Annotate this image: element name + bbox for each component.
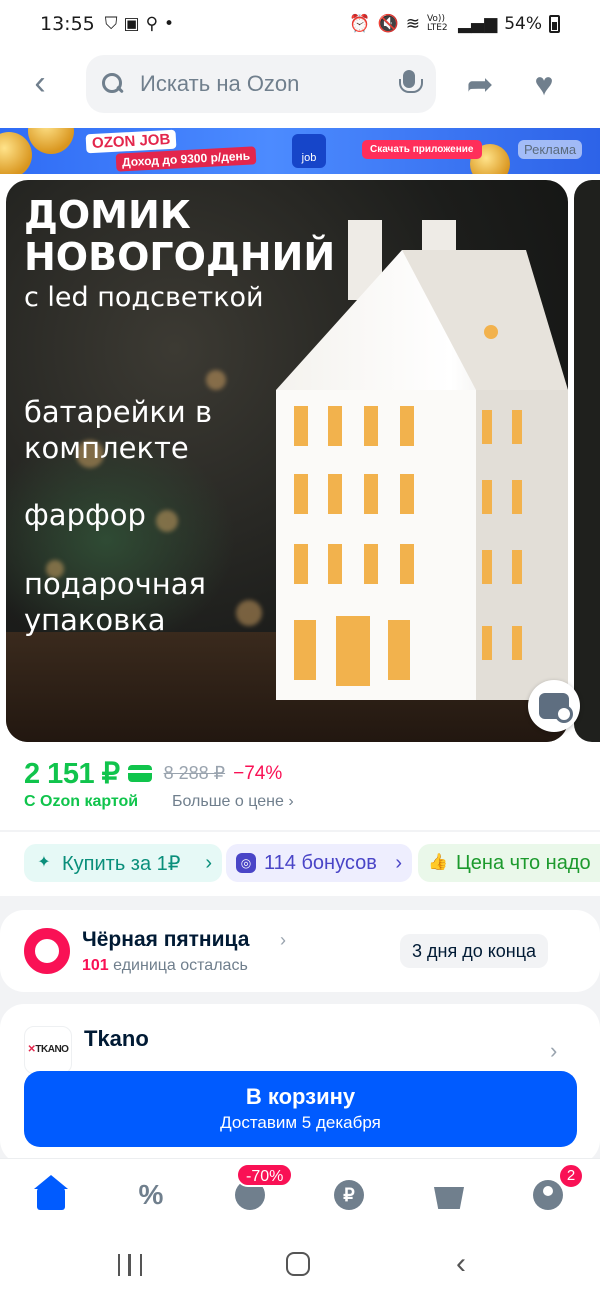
battery-icon [549,15,560,33]
search-bar[interactable] [86,55,436,113]
ozon-card-note: С Ozon картой [24,793,139,810]
ruble-icon: ₽ [334,1180,364,1210]
seller-logo-text: TKANO [35,1044,69,1055]
more-about-price-label: Больше о цене [172,793,284,810]
promo-logo-icon [24,928,70,974]
home-icon [34,1175,68,1210]
ad-label[interactable]: Реклама [518,140,583,159]
visual-search-button[interactable] [528,680,580,732]
bokeh-light [156,510,178,532]
sale-badge: -70% [236,1163,294,1187]
ad-title: OZON JOB [85,129,177,154]
nav-cart[interactable] [431,1177,467,1213]
coin-decoration [28,128,74,154]
chevron-right-icon: › [205,851,212,874]
discount-percent: −74% [233,762,283,784]
promo-title: Чёрная пятница [82,928,250,951]
image-search-icon [539,693,573,723]
back-button[interactable]: ‹ [22,66,58,102]
percent-icon: % [138,1179,164,1210]
delivery-date: Доставим 5 декабря [220,1113,381,1132]
thumb-up-icon: 👍 [428,854,448,871]
more-about-price-link[interactable]: Больше о цене › [172,793,294,811]
stock-remaining: 101 единица осталась [82,957,248,975]
home-system-icon[interactable] [286,1252,310,1276]
chevron-right-icon: › [288,793,294,810]
gallery-feature: батарейки в комплекте [24,395,213,465]
network-label: Vo)) LTE2 [426,14,448,33]
price-row: 2 151 ₽ 8 288 ₽ −74% [24,756,282,791]
favorite-button[interactable]: ♥ [526,66,562,102]
sparkle-icon: ✦ [37,854,51,871]
bonus-icon: ◎ [236,853,256,873]
share-button[interactable]: ➦ [462,66,498,102]
add-to-cart-label: В корзину [245,1084,356,1109]
porcelain-house-image [276,220,568,700]
chip-label: 114 бонусов [264,851,377,874]
gallery-feature: фарфор [24,498,146,532]
signal-icon: ▂▄▆ [457,14,498,34]
buy-for-1-chip[interactable]: ✦ Купить за 1₽ › [24,844,222,882]
shield-icon: ⛉ [104,14,118,34]
chevron-right-icon: › [280,930,286,950]
bonus-chip[interactable]: ◎ 114 бонусов › [226,844,412,882]
status-bar: 13:55 ⛉ ▣ ⚲ • ⏰ 🔇 ≋ Vo)) LTE2 ▂▄▆ 54% [0,0,600,48]
job-app-icon: job [292,134,326,168]
basket-icon [434,1187,464,1209]
stock-count: 101 [82,957,109,974]
black-friday-card[interactable]: Чёрная пятница › 101 единица осталась 3 … [0,910,600,992]
nav-finance[interactable]: ₽ [331,1177,367,1213]
clock: 13:55 [40,13,95,35]
gallery-subtitle: с led подсветкой [24,282,264,313]
profile-icon [533,1180,563,1210]
dot-icon: • [164,14,175,34]
coin-decoration [0,132,32,174]
search-icon [102,73,124,95]
nav-home[interactable] [33,1175,69,1213]
search-input[interactable] [140,71,370,97]
good-price-chip[interactable]: 👍 Цена что надо [418,844,600,882]
gallery-icon: ▣ [123,14,140,34]
chip-label: Купить за 1₽ [62,852,181,875]
notification-badge: 2 [558,1163,584,1189]
promo-timer: 3 дня до конца [400,934,549,968]
stock-text: единица осталась [113,957,248,974]
alarm-icon: ⏰ [349,14,371,34]
gallery-title: ДОМИК НОВОГОДНИЙ [24,193,336,279]
microphone-icon[interactable] [398,70,423,98]
wifi-icon: ≋ [405,14,420,34]
recent-apps-icon[interactable] [118,1254,142,1276]
divider [0,830,600,832]
battery-percent: 54% [504,14,542,34]
search-status-icon: ⚲ [145,14,159,34]
seller-logo: ✕TKANO [24,1026,72,1074]
old-price: 8 288 ₽ [163,763,226,783]
back-system-icon[interactable]: ‹ [456,1249,466,1279]
gallery-feature: подарочная упаковка [24,567,206,637]
seller-name: Tkano [84,1026,149,1051]
ad-cta-button[interactable]: Скачать приложение [362,140,482,159]
top-header: ‹ ➦ ♥ [0,54,600,114]
chevron-right-icon: › [395,851,402,874]
ad-banner[interactable]: OZON JOB Доход до 9300 р/день job Скачат… [0,128,600,174]
product-image-gallery[interactable]: ДОМИК НОВОГОДНИЙ с led подсветкой батаре… [6,180,568,742]
next-gallery-image[interactable] [574,180,600,742]
system-navigation-bar: ‹ [0,1232,600,1299]
current-price: 2 151 ₽ [24,758,120,790]
add-to-cart-button[interactable]: В корзину Доставим 5 декабря [24,1071,577,1147]
chip-label: Цена что надо [456,851,591,874]
nav-discounts[interactable]: % [133,1177,169,1213]
card-icon [127,765,152,782]
chevron-right-icon: › [550,1038,558,1063]
mute-icon: 🔇 [377,14,399,34]
bokeh-light [206,370,226,390]
bottom-navigation: % ₽ [0,1158,600,1230]
